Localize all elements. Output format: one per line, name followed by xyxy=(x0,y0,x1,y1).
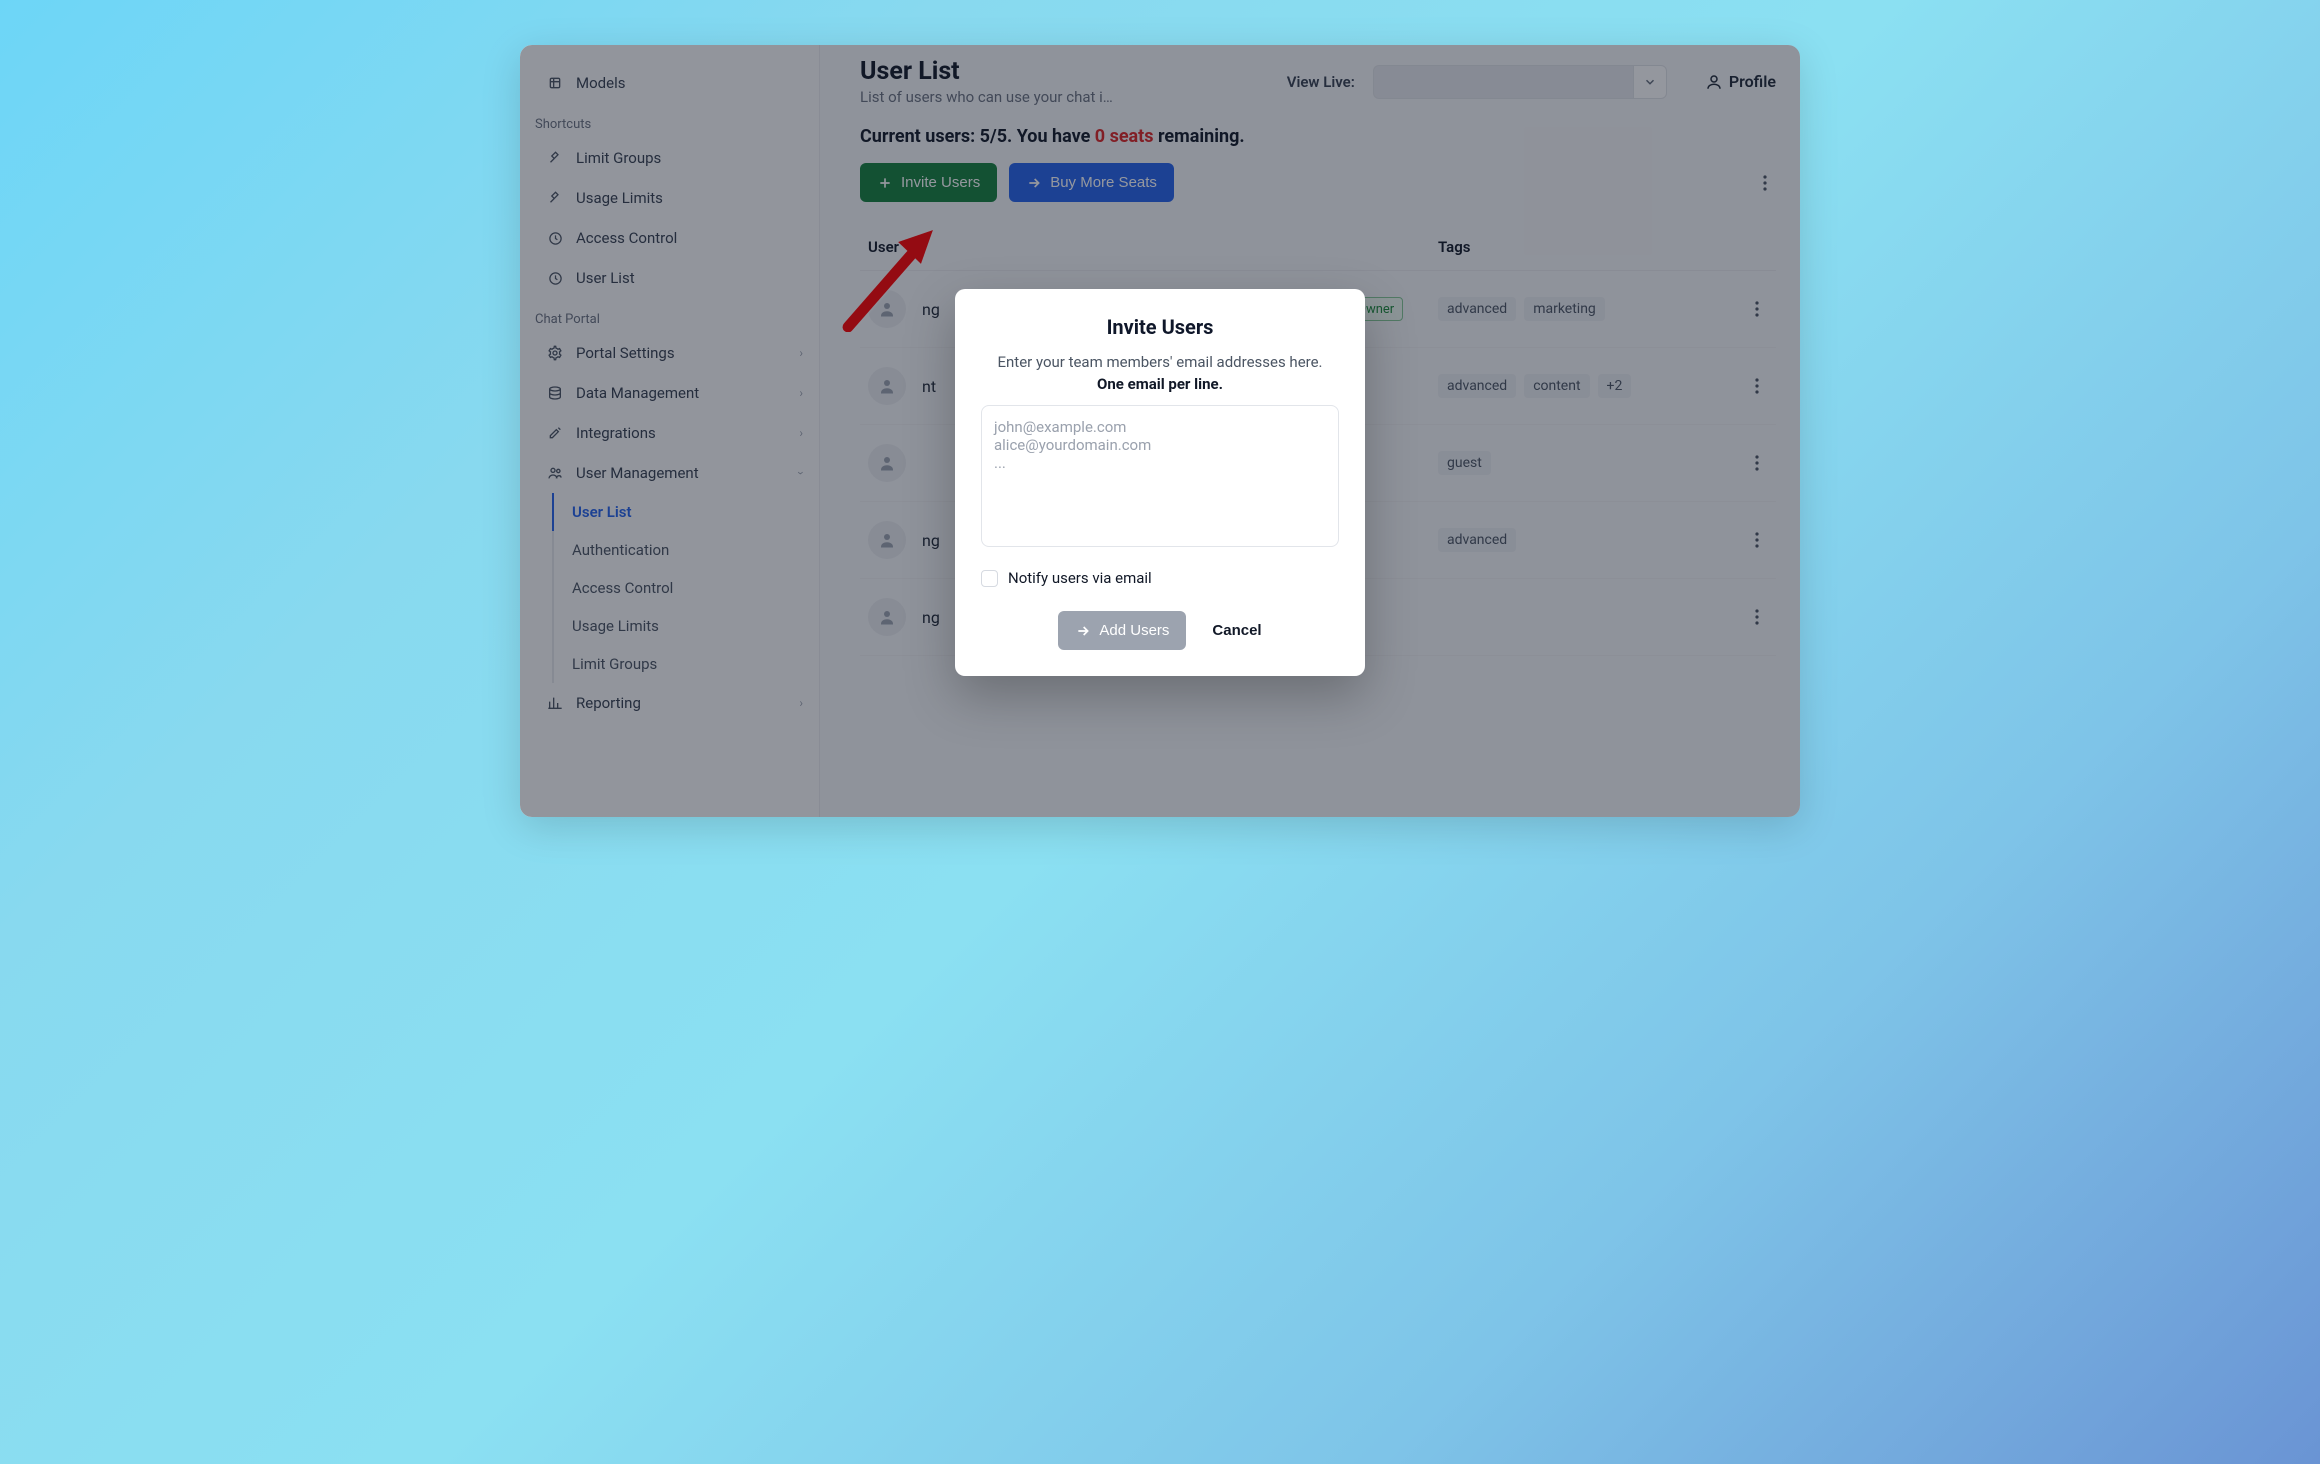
button-label: Add Users xyxy=(1099,622,1169,639)
arrow-right-icon xyxy=(1075,623,1091,639)
add-users-button[interactable]: Add Users xyxy=(1058,611,1186,650)
cancel-button[interactable]: Cancel xyxy=(1212,622,1261,639)
notify-label: Notify users via email xyxy=(1008,569,1152,587)
modal-actions: Add Users Cancel xyxy=(981,611,1339,650)
notify-checkbox[interactable] xyxy=(981,570,998,587)
app-window: Models Shortcuts Limit Groups Usage Limi… xyxy=(520,45,1800,817)
notify-checkbox-row[interactable]: Notify users via email xyxy=(981,569,1339,587)
modal-description: Enter your team members' email addresses… xyxy=(981,353,1339,371)
modal-instruction: One email per line. xyxy=(981,375,1339,393)
invite-users-modal: Invite Users Enter your team members' em… xyxy=(955,289,1365,676)
modal-title: Invite Users xyxy=(981,315,1339,339)
emails-textarea[interactable] xyxy=(981,405,1339,547)
